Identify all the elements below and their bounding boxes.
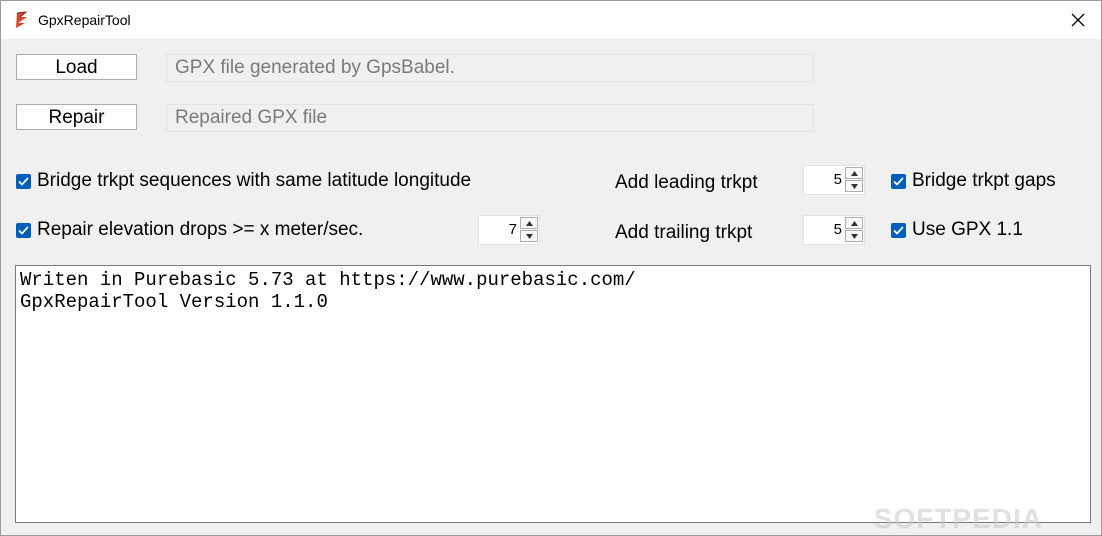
output-file-field[interactable]: Repaired GPX file [166, 104, 814, 132]
add-trailing-value[interactable]: 5 [834, 221, 842, 238]
arrow-up-icon [851, 171, 858, 176]
load-button[interactable]: Load [16, 54, 137, 80]
spin-up-button[interactable] [845, 217, 863, 229]
checkbox-checked-icon [891, 173, 906, 189]
log-line: Writen in Purebasic 5.73 at https://www.… [20, 269, 636, 291]
spin-down-button[interactable] [845, 180, 863, 192]
bridge-gaps-checkbox[interactable]: Bridge trkpt gaps [891, 170, 1056, 192]
repair-button[interactable]: Repair [16, 104, 137, 130]
bridge-same-latlon-checkbox[interactable]: Bridge trkpt sequences with same latitud… [16, 170, 471, 192]
use-gpx11-checkbox[interactable]: Use GPX 1.1 [891, 219, 1023, 241]
close-button[interactable] [1055, 1, 1101, 39]
app-icon [14, 11, 30, 29]
add-leading-spinner[interactable]: 5 [803, 165, 865, 195]
checkbox-checked-icon [16, 222, 31, 238]
add-leading-label: Add leading trkpt [615, 172, 758, 193]
spin-up-button[interactable] [520, 217, 538, 229]
arrow-down-icon [851, 234, 858, 239]
window-title: GpxRepairTool [38, 12, 131, 28]
bridge-same-latlon-label: Bridge trkpt sequences with same latitud… [37, 170, 472, 191]
add-leading-value[interactable]: 5 [834, 171, 842, 188]
checkbox-checked-icon [16, 173, 31, 189]
arrow-down-icon [526, 234, 533, 239]
close-icon [1071, 13, 1085, 27]
title-bar: GpxRepairTool [1, 1, 1101, 39]
arrow-up-icon [526, 221, 533, 226]
main-window: GpxRepairTool Load GPX file generated by… [0, 0, 1102, 536]
log-line: GpxRepairTool Version 1.1.0 [20, 291, 328, 313]
log-output[interactable]: Writen in Purebasic 5.73 at https://www.… [15, 265, 1091, 523]
input-file-field[interactable]: GPX file generated by GpsBabel. [166, 54, 814, 82]
spin-down-button[interactable] [845, 230, 863, 242]
spin-down-button[interactable] [520, 230, 538, 242]
watermark: SOFTPEDIA [873, 503, 1043, 534]
checkbox-checked-icon [891, 222, 906, 238]
elevation-threshold-value[interactable]: 7 [509, 221, 517, 238]
arrow-down-icon [851, 184, 858, 189]
arrow-up-icon [851, 221, 858, 226]
use-gpx11-label: Use GPX 1.1 [912, 219, 1023, 240]
add-trailing-spinner[interactable]: 5 [803, 215, 865, 245]
bridge-gaps-label: Bridge trkpt gaps [912, 170, 1056, 191]
elevation-threshold-spinner[interactable]: 7 [478, 215, 540, 245]
spin-up-button[interactable] [845, 167, 863, 179]
repair-elevation-checkbox[interactable]: Repair elevation drops >= x meter/sec. [16, 219, 363, 241]
repair-elevation-label: Repair elevation drops >= x meter/sec. [37, 219, 364, 240]
add-trailing-label: Add trailing trkpt [615, 222, 753, 243]
